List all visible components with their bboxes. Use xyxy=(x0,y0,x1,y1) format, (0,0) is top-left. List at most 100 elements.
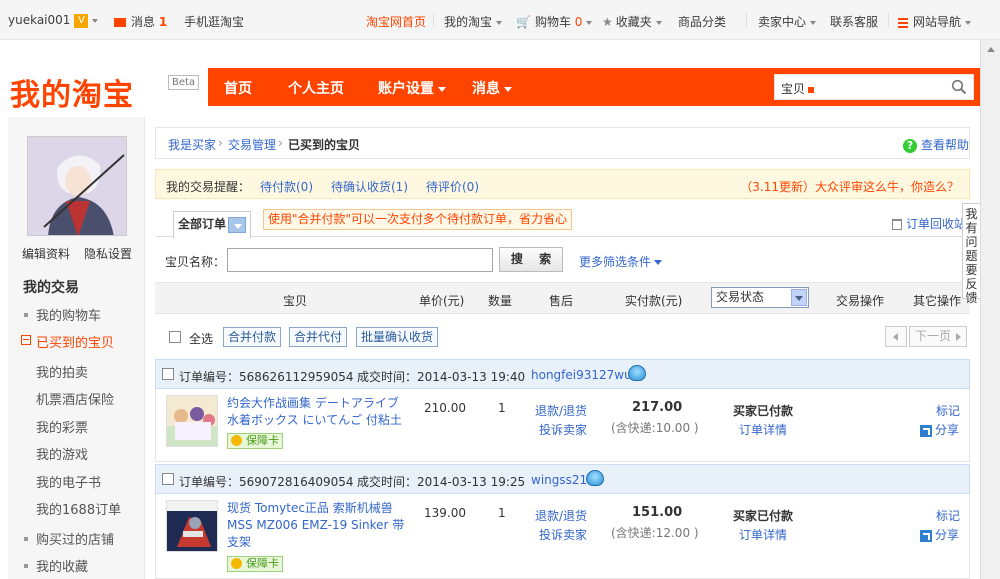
sidebar-item-ebooks[interactable]: 我的电子书 xyxy=(36,472,101,491)
complain-seller-link[interactable]: 投诉卖家 xyxy=(539,421,587,438)
guarantee-card-badge[interactable]: 保障卡 xyxy=(227,433,283,449)
pending-pay-link[interactable]: 待付款(0) xyxy=(260,178,313,195)
item-name-input[interactable] xyxy=(227,248,493,272)
sidebar-item-auction[interactable]: 我的拍卖 xyxy=(36,362,88,381)
order-detail-link[interactable]: 订单详情 xyxy=(739,526,787,543)
contact-service-link[interactable]: 联系客服 xyxy=(830,13,878,30)
privacy-settings-link[interactable]: 隐私设置 xyxy=(84,247,132,261)
scroll-up-icon[interactable] xyxy=(984,43,998,57)
header-search: 宝贝 xyxy=(774,74,974,100)
sidebar-item-1688[interactable]: 我的1688订单 xyxy=(36,499,121,518)
refund-link[interactable]: 退款/退货 xyxy=(535,507,587,524)
sidebar-item-travel[interactable]: 机票酒店保险 xyxy=(36,389,114,408)
header-search-input[interactable] xyxy=(825,77,945,97)
edit-profile-link[interactable]: 编辑资料 xyxy=(22,247,70,261)
trade-status: 买家已付款 xyxy=(733,404,794,418)
my-taobao-logo[interactable]: 我的淘宝 xyxy=(10,70,134,114)
item-thumbnail[interactable] xyxy=(166,500,218,552)
sidebar-item-lottery[interactable]: 我的彩票 xyxy=(36,417,88,436)
order-number: 订单编号：569072816409054 xyxy=(179,475,354,489)
merge-proxy-pay-button[interactable]: 合并代付 xyxy=(289,327,348,347)
merge-pay-button[interactable]: 合并付款 xyxy=(223,327,282,347)
recycle-bin-link[interactable]: 订单回收站 xyxy=(891,215,966,232)
shipping-fee: (含快递:10.00 ) xyxy=(611,421,699,435)
complain-seller-link[interactable]: 投诉卖家 xyxy=(539,526,587,543)
tab-all-orders[interactable]: 全部订单 xyxy=(173,211,252,238)
sidebar-item-bought[interactable]: 已买到的宝贝 xyxy=(36,332,114,351)
paid-amount: 151.00 xyxy=(632,505,683,520)
sidebar-item-shops[interactable]: 购买过的店铺 xyxy=(36,529,114,548)
item-thumbnail[interactable] xyxy=(166,395,218,447)
nav-account-settings[interactable]: 账户设置 xyxy=(378,78,446,98)
share-link[interactable]: 分享 xyxy=(920,526,959,543)
sidebar-item-games[interactable]: 我的游戏 xyxy=(36,444,88,463)
cart-link[interactable]: 🛒 购物车 0 xyxy=(516,13,593,30)
unit-price: 210.00 xyxy=(424,401,466,415)
help-icon: ? xyxy=(902,138,917,153)
chevron-down-icon xyxy=(654,260,663,265)
vip-badge-icon: V xyxy=(74,13,89,28)
col-item: 宝贝 xyxy=(283,294,308,308)
nav-messages[interactable]: 消息 xyxy=(472,78,512,98)
chevron-down-icon xyxy=(92,18,99,23)
col-trade-action: 交易操作 xyxy=(836,294,885,308)
order-item-row: 约会大作战画集 デートアライブ 水着ボックス にいてんご 付粘土 保障卡 210… xyxy=(155,389,970,462)
sidebar-item-cart[interactable]: 我的购物车 xyxy=(36,305,101,324)
share-icon xyxy=(920,529,932,542)
pending-review-link[interactable]: 待评价(0) xyxy=(426,178,479,195)
search-icon[interactable] xyxy=(951,79,967,95)
nav-home[interactable]: 首页 xyxy=(224,78,252,98)
sidebar-item-favorites[interactable]: 我的收藏 xyxy=(36,556,88,575)
feedback-tab[interactable]: 我有问题要反馈 xyxy=(962,203,981,305)
item-title-link[interactable]: 约会大作战画集 デートアライブ 水着ボックス にいてんご 付粘土 xyxy=(227,395,407,429)
avatar[interactable] xyxy=(27,136,127,236)
wangwang-chat-icon[interactable] xyxy=(586,470,604,486)
select-all-checkbox[interactable] xyxy=(169,331,181,343)
pending-confirm-link[interactable]: 待确认收货(1) xyxy=(331,178,408,195)
order-checkbox[interactable] xyxy=(162,368,174,380)
trade-reminder: 我的交易提醒： 待付款(0) 待确认收货(1) 待评价(0) （3.11更新）大… xyxy=(155,169,970,199)
site-nav-link[interactable]: 网站导航 xyxy=(898,13,972,30)
batch-confirm-button[interactable]: 批量确认收货 xyxy=(356,327,439,347)
chevron-down-icon xyxy=(586,20,593,25)
search-category-select[interactable]: 宝贝 xyxy=(781,80,815,97)
categories-link[interactable]: 商品分类 xyxy=(678,13,726,30)
breadcrumb-trade-manage[interactable]: 交易管理 xyxy=(228,136,276,153)
chevron-down-icon xyxy=(791,289,807,306)
promo-link[interactable]: （3.11更新）大众评审这么牛，你造么？ xyxy=(740,178,959,195)
beta-badge: Beta xyxy=(168,75,200,90)
trade-status-select[interactable]: 交易状态 xyxy=(711,287,809,308)
guarantee-card-badge[interactable]: 保障卡 xyxy=(227,556,283,572)
chevron-down-icon[interactable] xyxy=(228,216,247,233)
collapse-icon[interactable] xyxy=(21,335,31,345)
more-filters-link[interactable]: 更多筛选条件 xyxy=(579,253,663,270)
mark-link[interactable]: 标记 xyxy=(936,507,960,524)
next-page-button[interactable]: 下一页 xyxy=(909,326,967,347)
breadcrumb-buyer[interactable]: 我是买家 xyxy=(168,136,216,153)
refund-link[interactable]: 退款/退货 xyxy=(535,402,587,419)
order-checkbox[interactable] xyxy=(162,473,174,485)
help-link[interactable]: ? 查看帮助 xyxy=(902,136,969,153)
mobile-link[interactable]: 手机逛淘宝 xyxy=(184,13,244,30)
messages-link[interactable]: 消息 1 xyxy=(114,13,167,30)
my-taobao-link[interactable]: 我的淘宝 xyxy=(444,13,503,30)
order-item-row: 现货 Tomytec正品 索斯机械兽 MSS MZ006 EMZ-19 Sink… xyxy=(155,494,970,579)
taobao-home-link[interactable]: 淘宝网首页 xyxy=(366,13,426,30)
order-detail-link[interactable]: 订单详情 xyxy=(739,421,787,438)
nav-profile[interactable]: 个人主页 xyxy=(288,78,344,98)
item-title-link[interactable]: 现货 Tomytec正品 索斯机械兽 MSS MZ006 EMZ-19 Sink… xyxy=(227,500,407,551)
share-icon xyxy=(920,424,932,437)
seller-link[interactable]: hongfei93127wu xyxy=(531,368,632,382)
prev-page-button[interactable] xyxy=(885,326,907,347)
wangwang-chat-icon[interactable] xyxy=(628,365,646,381)
share-link[interactable]: 分享 xyxy=(920,421,959,438)
seller-link[interactable]: wingss21 xyxy=(531,473,587,487)
search-button[interactable]: 搜 索 xyxy=(499,247,563,272)
page-scrollbar[interactable] xyxy=(980,40,1000,579)
mark-link[interactable]: 标记 xyxy=(936,402,960,419)
username-link[interactable]: yuekai001 V xyxy=(8,13,99,28)
bullet-icon xyxy=(24,313,28,317)
dropdown-icon xyxy=(808,86,815,93)
seller-center-link[interactable]: 卖家中心 xyxy=(758,13,817,30)
favorites-link[interactable]: ★ 收藏夹 xyxy=(602,13,662,30)
